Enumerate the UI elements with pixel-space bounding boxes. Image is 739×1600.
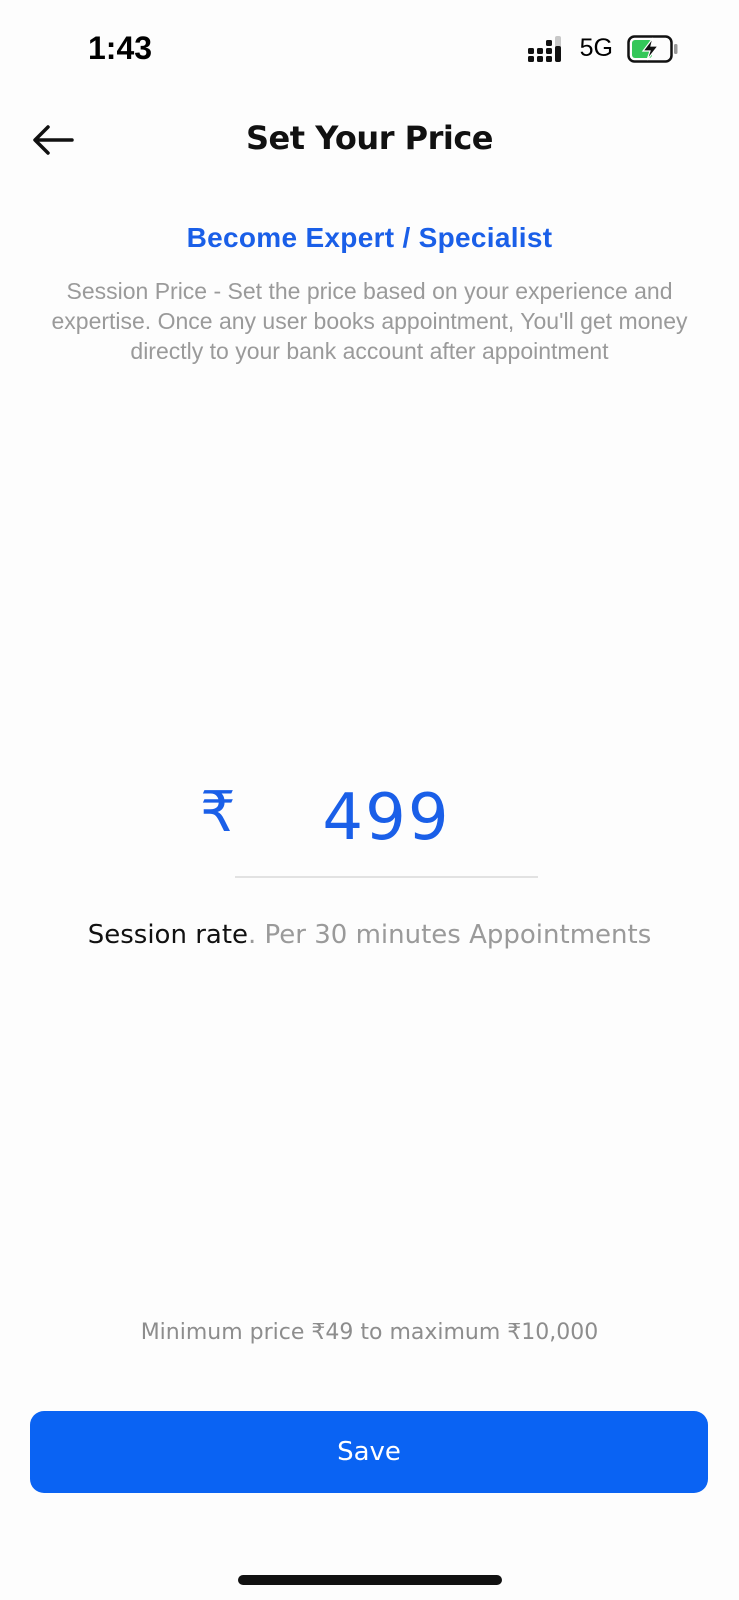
home-indicator[interactable] — [238, 1575, 502, 1585]
screen: 1:43 5G Set Your Price Become Expert / S… — [0, 0, 739, 1600]
session-rate-caption: Session rate. Per 30 minutes Appointment… — [0, 920, 739, 950]
page-title: Set Your Price — [246, 119, 493, 157]
section-description: Session Price - Set the price based on y… — [51, 278, 688, 364]
price-field: ₹ — [0, 780, 739, 880]
save-button[interactable]: Save — [30, 1411, 708, 1493]
network-label: 5G — [579, 34, 613, 62]
price-input[interactable] — [235, 782, 538, 854]
price-range-note: Minimum price ₹49 to maximum ₹10,000 — [140, 1320, 599, 1345]
status-indicators: 5G — [527, 34, 679, 63]
status-time: 1:43 — [88, 30, 153, 66]
session-rate-label: Session rate — [87, 920, 249, 950]
section-heading: Become Expert / Specialist — [186, 222, 553, 253]
signal-bars-icon — [527, 35, 566, 62]
battery-charging-icon — [627, 34, 679, 63]
header: Set Your Price — [0, 105, 739, 175]
currency-symbol: ₹ — [200, 780, 236, 845]
price-underline — [235, 876, 538, 878]
session-rate-detail: . Per 30 minutes Appointments — [248, 920, 652, 950]
status-bar: 1:43 5G — [0, 0, 739, 100]
